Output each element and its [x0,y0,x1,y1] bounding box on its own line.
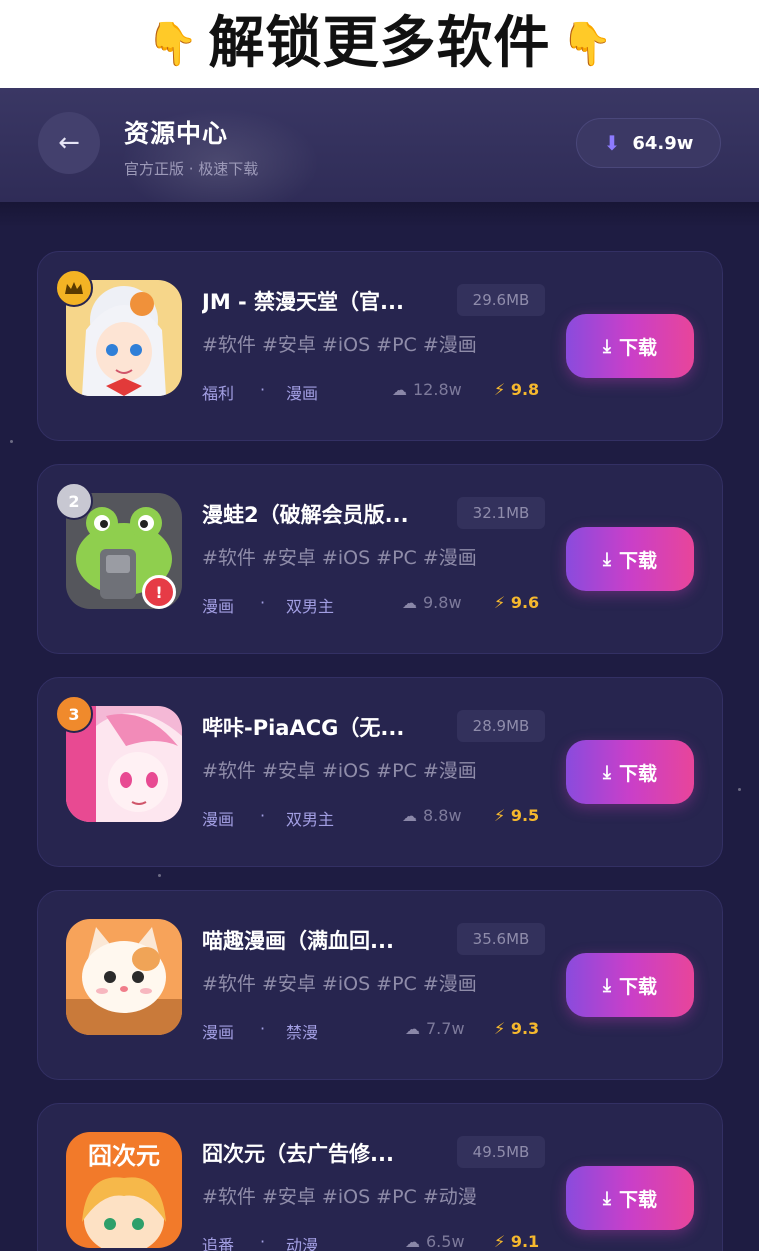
category-label: 追番 [202,1236,235,1251]
app-meta: 漫画 · 双男主 ☁ 9.8w ⚡ 9.6 [202,593,540,616]
app-meta: 漫画 · 双男主 ☁ 8.8w ⚡ 9.5 [202,806,540,829]
category-label: 漫画 [202,810,235,829]
app-tags: #软件 #安卓 #iOS #PC #漫画 [202,760,477,782]
app-tags: #软件 #安卓 #iOS #PC #动漫 [202,1186,477,1208]
size-badge: 28.9MB [457,710,545,742]
page-subtitle: 官方正版 · 极速下载 [124,160,259,178]
download-count-badge[interactable]: ⬇ 64.9w [576,118,721,168]
app-card[interactable]: 3 哔咔-PiaACG（无... 28.9MB #软件 #安卓 #iOS #PC… [37,677,723,867]
download-button-label: 下载 [618,1188,657,1211]
app-meta: 福利 · 漫画 ☁ 12.8w ⚡ 9.8 [202,380,540,403]
cloud-download-icon: ☁ [405,1233,420,1251]
download-button-label: 下载 [618,975,657,998]
header: ← 资源中心 官方正版 · 极速下载 ⬇ 64.9w [0,88,759,218]
download-button[interactable]: ⤓ 下载 [566,953,694,1017]
rank-badge: 2 [55,482,93,520]
app-icon-label: 囧次元 [88,1142,160,1170]
alert-icon: ! [142,575,176,609]
download-icon: ⤓ [603,548,611,570]
page-title: 资源中心 [124,119,229,148]
pointing-down-hand-icon: 👇 [146,19,199,68]
lightning-icon: ⚡ [494,1232,506,1251]
category-label: 福利 [202,384,235,403]
banner-text: 解锁更多软件 [208,11,551,76]
app-icon[interactable]: 囧次元 [66,1132,182,1248]
rating-value: 9.1 [510,1232,540,1251]
cloud-download-icon: ☁ [392,381,407,399]
download-count: 6.5w [426,1232,465,1251]
download-button[interactable]: ⤓ 下载 [566,314,694,378]
lightning-icon: ⚡ [494,380,506,399]
size-badge: 49.5MB [457,1136,545,1168]
app-tags: #软件 #安卓 #iOS #PC #漫画 [202,334,477,356]
cloud-download-icon: ☁ [405,1020,420,1038]
download-count: 12.8w [413,380,462,399]
app-icon[interactable] [66,919,182,1035]
download-count: 7.7w [426,1019,465,1038]
app-tags: #软件 #安卓 #iOS #PC #漫画 [202,547,477,569]
size-badge: 35.6MB [457,923,545,955]
app-card[interactable]: 喵趣漫画（满血回... 35.6MB #软件 #安卓 #iOS #PC #漫画 … [37,890,723,1080]
app-meta: 追番 · 动漫 ☁ 6.5w ⚡ 9.1 [202,1232,552,1251]
app-meta: 漫画 · 禁漫 ☁ 7.7w ⚡ 9.3 [202,1019,540,1042]
lightning-icon: ⚡ [494,1019,506,1038]
app-name: 漫蛙2（破解会员版... [202,503,409,527]
download-button-label: 下载 [618,762,657,785]
category-label: 漫画 [202,1023,235,1042]
download-icon: ⬇ [603,131,621,155]
lightning-icon: ⚡ [494,593,506,612]
resource-center-screen: ← 资源中心 官方正版 · 极速下载 ⬇ 64.9w JM - 禁漫天堂（官..… [0,88,759,1251]
download-button-label: 下载 [618,336,657,359]
download-icon: ⤓ [603,761,611,783]
download-button[interactable]: ⤓ 下载 [566,740,694,804]
download-count-value: 64.9w [632,132,694,154]
app-card[interactable]: 囧次元 囧次元（去广告修... 49.5MB #软件 #安卓 #iOS #PC … [37,1103,723,1251]
size-badge: 29.6MB [457,284,545,316]
category-label: 动漫 [286,1236,319,1251]
download-count: 8.8w [423,806,462,825]
lightning-icon: ⚡ [494,806,506,825]
category-label: 漫画 [202,597,235,616]
rank-badge: 3 [55,695,93,733]
arrow-left-icon: ← [58,128,80,158]
download-button[interactable]: ⤓ 下载 [566,527,694,591]
promo-banner: 👇 解锁更多软件 👇 [0,0,759,88]
pointing-down-hand-icon: 👇 [560,19,613,68]
app-name: 囧次元（去广告修... [202,1142,394,1166]
rating-value: 9.3 [510,1019,540,1038]
download-icon: ⤓ [603,1187,611,1209]
app-card[interactable]: 2 ! 漫蛙2（破解会员版... 32.1MB #软件 #安卓 #iOS #PC… [37,464,723,654]
download-button-label: 下载 [618,549,657,572]
cloud-download-icon: ☁ [402,594,417,612]
app-name: 哔咔-PiaACG（无... [202,716,405,740]
download-icon: ⤓ [603,974,611,996]
download-count: 9.8w [423,593,462,612]
app-tags: #软件 #安卓 #iOS #PC #漫画 [202,973,477,995]
app-name: JM - 禁漫天堂（官... [202,290,404,314]
category-label: 双男主 [286,597,335,616]
category-label: 双男主 [286,810,335,829]
download-button[interactable]: ⤓ 下载 [566,1166,694,1230]
size-badge: 32.1MB [457,497,545,529]
category-label: 禁漫 [286,1023,319,1042]
cloud-download-icon: ☁ [402,807,417,825]
download-icon: ⤓ [603,335,611,357]
back-button[interactable]: ← [38,112,100,174]
crown-icon [55,269,93,307]
rating-value: 9.6 [510,593,540,612]
rating-value: 9.8 [510,380,540,399]
category-label: 漫画 [286,384,319,403]
app-card[interactable]: JM - 禁漫天堂（官... 29.6MB #软件 #安卓 #iOS #PC #… [37,251,723,441]
rating-value: 9.5 [510,806,540,825]
app-name: 喵趣漫画（满血回... [202,929,394,953]
